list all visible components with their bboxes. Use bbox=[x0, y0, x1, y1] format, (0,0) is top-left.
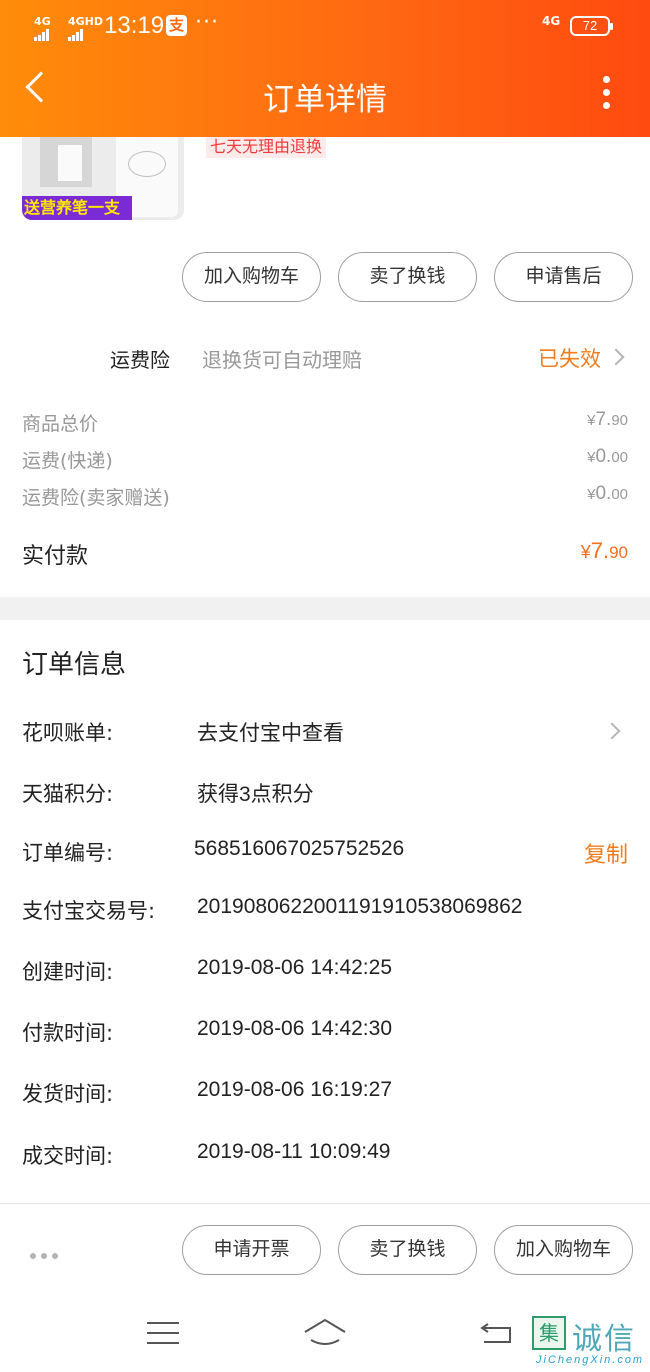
alipay-icon: 支 bbox=[166, 15, 187, 36]
shipped-time-row: 发货时间: 2019-08-06 16:19:27 bbox=[22, 1078, 392, 1106]
return-policy-tag: 七天无理由退换 bbox=[206, 137, 327, 158]
shipping-fee-row: 运费(快递) ¥0.00 bbox=[22, 446, 628, 472]
goods-total-value: ¥7.90 bbox=[587, 409, 628, 430]
menu-icon[interactable] bbox=[147, 1322, 179, 1346]
page-title: 订单详情 bbox=[263, 82, 387, 118]
product-image[interactable]: 送营养笔一支 bbox=[22, 137, 184, 220]
insurance-status: 已失效 bbox=[538, 347, 601, 371]
watermark-url: JiChengXin.com bbox=[536, 1354, 645, 1366]
add-to-cart-button[interactable]: 加入购物车 bbox=[182, 252, 321, 302]
add-to-cart-button[interactable]: 加入购物车 bbox=[494, 1225, 633, 1275]
insurance-desc: 退换货可自动理赔 bbox=[202, 348, 362, 372]
paid-label: 实付款 bbox=[22, 544, 89, 569]
alipay-trade-row: 支付宝交易号: 2019080622001191910538069862 bbox=[22, 895, 523, 923]
network-indicator: 4G bbox=[542, 14, 561, 28]
bottom-divider bbox=[0, 1203, 650, 1204]
more-actions-icon[interactable] bbox=[30, 1244, 70, 1259]
signal-icon: 4G bbox=[34, 16, 51, 41]
watermark: 集 诚信 JiChengXin.com bbox=[530, 1314, 650, 1372]
more-options-icon[interactable] bbox=[598, 76, 614, 112]
watermark-logo: 集 bbox=[532, 1316, 566, 1350]
watermark-text: 诚信 bbox=[572, 1322, 636, 1357]
order-number-row: 订单编号: 568516067025752526 复制 bbox=[22, 837, 628, 869]
paid-time-row: 付款时间: 2019-08-06 14:42:30 bbox=[22, 1017, 392, 1045]
chevron-right-icon bbox=[607, 348, 625, 366]
invoice-button[interactable]: 申请开票 bbox=[182, 1225, 321, 1275]
status-bar: 4G 4GHD 13:19 支 ··· 4G 72 bbox=[0, 10, 650, 42]
back-icon[interactable] bbox=[480, 1320, 514, 1346]
shipping-fee-value: ¥0.00 bbox=[587, 446, 628, 467]
gift-tag: 送营养笔一支 bbox=[22, 196, 132, 220]
after-sale-button[interactable]: 申请售后 bbox=[494, 252, 633, 302]
battery-icon: 72 bbox=[570, 16, 613, 36]
copy-button[interactable]: 复制 bbox=[584, 837, 628, 869]
home-icon[interactable] bbox=[303, 1318, 347, 1348]
chevron-right-icon bbox=[603, 722, 621, 740]
paid-value: ¥7.90 bbox=[580, 538, 628, 563]
section-divider bbox=[0, 597, 650, 620]
signal-icon: 4GHD bbox=[68, 16, 103, 41]
tmall-points-row: 天猫积分: 获得3点积分 bbox=[22, 782, 314, 806]
order-number: 568516067025752526 bbox=[194, 837, 405, 860]
goods-total-row: 商品总价 ¥7.90 bbox=[22, 409, 628, 435]
insurance-title: 运费险 bbox=[110, 348, 170, 372]
sell-button[interactable]: 卖了换钱 bbox=[338, 252, 477, 302]
notification-more-icon: ··· bbox=[195, 10, 219, 35]
created-time-row: 创建时间: 2019-08-06 14:42:25 bbox=[22, 956, 392, 984]
insurance-fee-row: 运费险(卖家赠送) ¥0.00 bbox=[22, 483, 628, 509]
insurance-fee-value: ¥0.00 bbox=[587, 483, 628, 504]
sell-button[interactable]: 卖了换钱 bbox=[338, 1225, 477, 1275]
huabei-row[interactable]: 花呗账单: 去支付宝中查看 bbox=[22, 717, 628, 751]
shipping-insurance-row[interactable]: 运费险 退换货可自动理赔 已失效 bbox=[0, 340, 650, 376]
order-info-title: 订单信息 bbox=[22, 650, 127, 680]
app-header: 4G 4GHD 13:19 支 ··· 4G 72 订单详情 bbox=[0, 0, 650, 137]
deal-time-row: 成交时间: 2019-08-11 10:09:49 bbox=[22, 1140, 391, 1168]
status-time: 13:19 bbox=[104, 12, 165, 39]
